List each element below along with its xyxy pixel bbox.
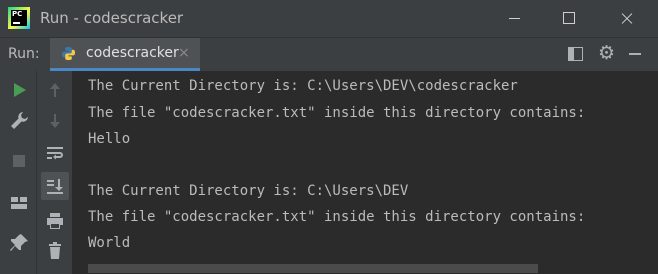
stop-icon[interactable] [7, 149, 31, 173]
scrollbar-thumb[interactable] [88, 264, 538, 273]
console-line: The Current Directory is: C:\Users\DEV [88, 183, 409, 199]
pycharm-logo-icon: PC [8, 7, 30, 29]
console-line: Hello [88, 131, 131, 147]
python-file-icon [61, 46, 76, 61]
tab-label: codescracker [86, 45, 179, 61]
gear-icon[interactable]: ⚙ [598, 43, 615, 63]
layout-icon[interactable] [7, 191, 31, 215]
run-label: Run: [8, 46, 40, 62]
title-bar: PC Run - codescracker [0, 0, 658, 37]
soft-wrap-icon[interactable] [43, 141, 67, 165]
run-toolbar-secondary [37, 71, 73, 274]
scroll-to-end-icon[interactable] [43, 174, 67, 198]
console-line: The file "codescracker.txt" inside this … [88, 105, 586, 121]
arrow-up-icon[interactable] [43, 78, 67, 102]
arrow-down-icon[interactable] [43, 109, 67, 133]
panel-layout-icon[interactable] [568, 47, 583, 61]
minimize-panel-icon[interactable] [629, 53, 641, 55]
maximize-button[interactable] [546, 0, 592, 37]
horizontal-scrollbar[interactable] [74, 262, 658, 274]
console-line: The file "codescracker.txt" inside this … [88, 209, 586, 225]
run-toolbar-primary [0, 71, 37, 274]
minimize-button[interactable] [492, 0, 538, 37]
wrench-icon[interactable] [7, 109, 31, 133]
tab-codescracker[interactable]: codescracker × [50, 38, 200, 71]
trash-icon[interactable] [43, 239, 67, 263]
console-line: World [88, 235, 131, 251]
window-title: Run - codescracker [40, 9, 184, 27]
console-output[interactable]: The Current Directory is: C:\Users\DEV\c… [74, 71, 658, 261]
console-line: The Current Directory is: C:\Users\DEV\c… [88, 78, 518, 94]
run-icon[interactable] [7, 78, 31, 102]
run-tool-window-header: Run: codescracker × ⚙ [0, 37, 658, 71]
print-icon[interactable] [43, 209, 67, 233]
close-button[interactable] [604, 0, 650, 37]
tab-close-icon[interactable]: × [178, 45, 190, 61]
pin-icon[interactable] [7, 231, 31, 255]
